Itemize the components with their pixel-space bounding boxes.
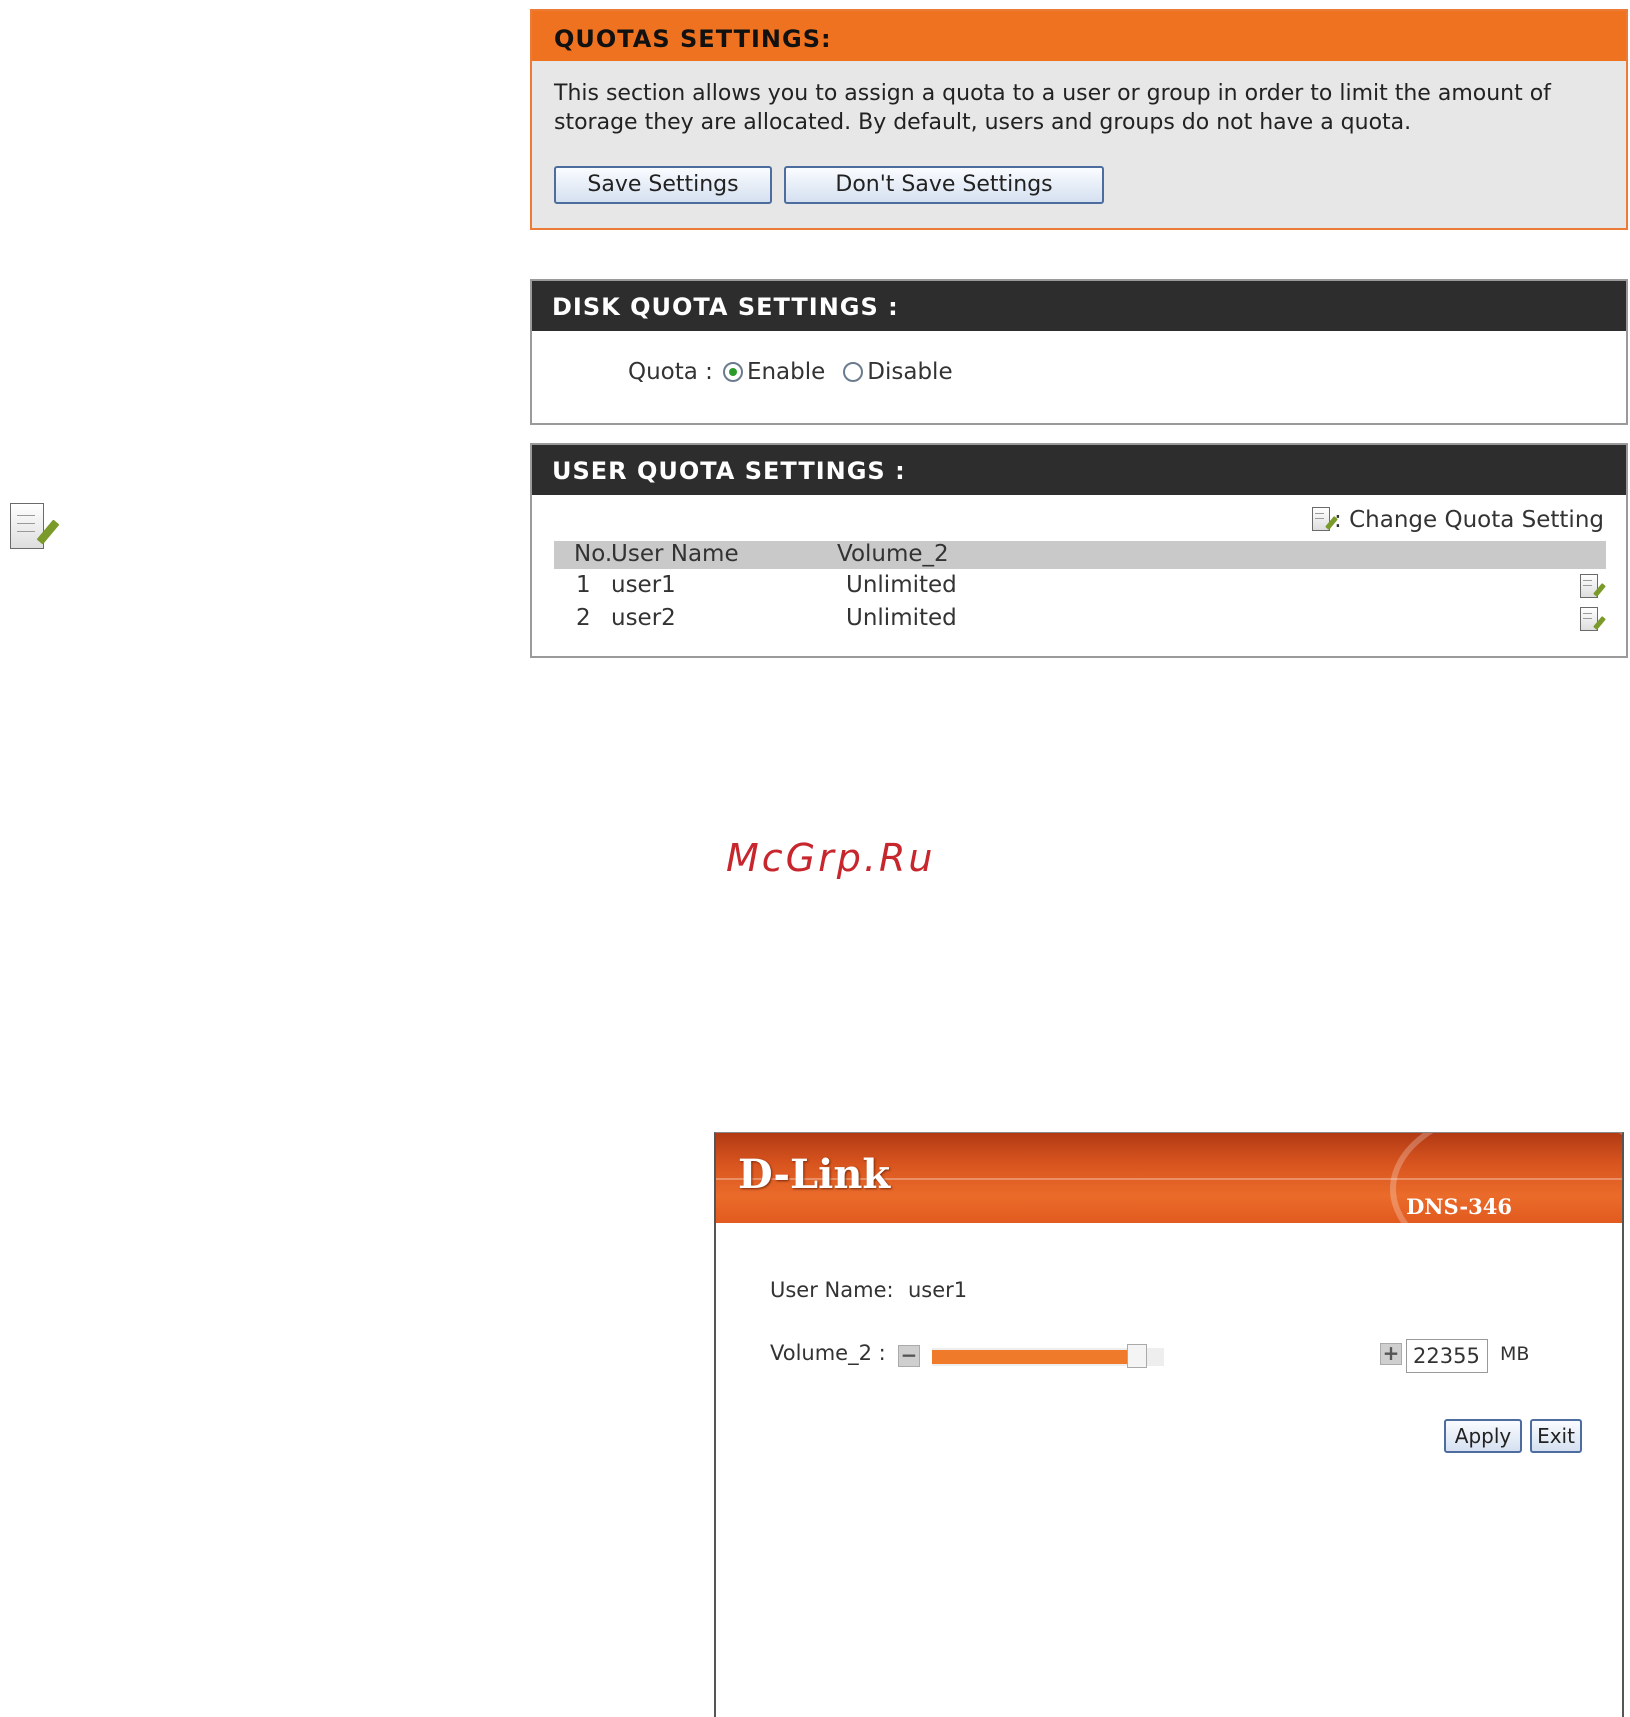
exit-button[interactable]: Exit: [1530, 1419, 1582, 1453]
watermark-text: McGrp.Ru: [726, 836, 936, 880]
dlink-banner: D-Link DNS-346: [716, 1133, 1622, 1223]
disable-radio[interactable]: [843, 362, 864, 382]
row-no: 1: [576, 572, 591, 598]
quota-edit-popup: D-Link DNS-346 User Name: user1 Volume_2…: [714, 1132, 1624, 1717]
row-user-name: user2: [611, 605, 676, 631]
dlink-logo: D-Link: [738, 1151, 891, 1198]
quota-slider-thumb[interactable]: [1127, 1344, 1147, 1368]
row-volume: Unlimited: [846, 605, 957, 631]
edit-note-icon: [1312, 507, 1338, 533]
quota-label: Quota :: [628, 359, 713, 385]
edit-quota-user1-icon[interactable]: [1580, 574, 1606, 600]
user-quota-panel: USER QUOTA SETTINGS : : Change Quota Set…: [530, 443, 1628, 658]
quota-slider[interactable]: [932, 1344, 1164, 1368]
quotas-description: This section allows you to assign a quot…: [554, 81, 1551, 135]
enable-radio-label[interactable]: Enable: [747, 359, 825, 385]
quota-size-input[interactable]: [1406, 1339, 1488, 1373]
dont-save-settings-button[interactable]: Don't Save Settings: [784, 166, 1104, 204]
unit-label: MB: [1500, 1343, 1530, 1365]
edit-quota-user2-icon[interactable]: [1580, 607, 1606, 633]
increase-button[interactable]: +: [1380, 1343, 1402, 1365]
user-quota-title: USER QUOTA SETTINGS :: [532, 445, 1626, 495]
disk-quota-panel: DISK QUOTA SETTINGS : Quota : Enable Dis…: [530, 279, 1628, 425]
column-no: No.: [574, 541, 613, 567]
user-name-label: User Name:: [770, 1278, 894, 1302]
change-quota-legend-text: : Change Quota Setting: [1334, 507, 1604, 533]
quotas-settings-title: QUOTAS SETTINGS:: [532, 11, 1626, 61]
row-user-name: user1: [611, 572, 676, 598]
disable-radio-label[interactable]: Disable: [867, 359, 952, 385]
quota-radio-group: Quota : Enable Disable: [628, 359, 953, 385]
save-settings-button[interactable]: Save Settings: [554, 166, 772, 204]
edit-note-icon: [10, 503, 60, 553]
user-quota-table-header: No. User Name Volume_2: [554, 541, 1606, 569]
volume-label: Volume_2 :: [770, 1341, 886, 1365]
quota-slider-fill: [932, 1350, 1127, 1364]
quotas-settings-panel: QUOTAS SETTINGS: This section allows you…: [530, 9, 1628, 230]
decrease-button[interactable]: −: [898, 1345, 920, 1367]
table-row: 1 user1 Unlimited: [554, 572, 1606, 604]
column-user-name: User Name: [611, 541, 739, 567]
table-row: 2 user2 Unlimited: [554, 605, 1606, 637]
model-name: DNS-346: [1406, 1194, 1512, 1219]
enable-radio[interactable]: [722, 362, 743, 382]
stray-edit-icon: [10, 503, 60, 557]
user-name-value: user1: [908, 1278, 968, 1302]
change-quota-legend: : Change Quota Setting: [1312, 507, 1604, 533]
row-no: 2: [576, 605, 591, 631]
disk-quota-title: DISK QUOTA SETTINGS :: [532, 281, 1626, 331]
row-volume: Unlimited: [846, 572, 957, 598]
column-volume-2: Volume_2: [837, 541, 949, 567]
apply-button[interactable]: Apply: [1444, 1419, 1522, 1453]
